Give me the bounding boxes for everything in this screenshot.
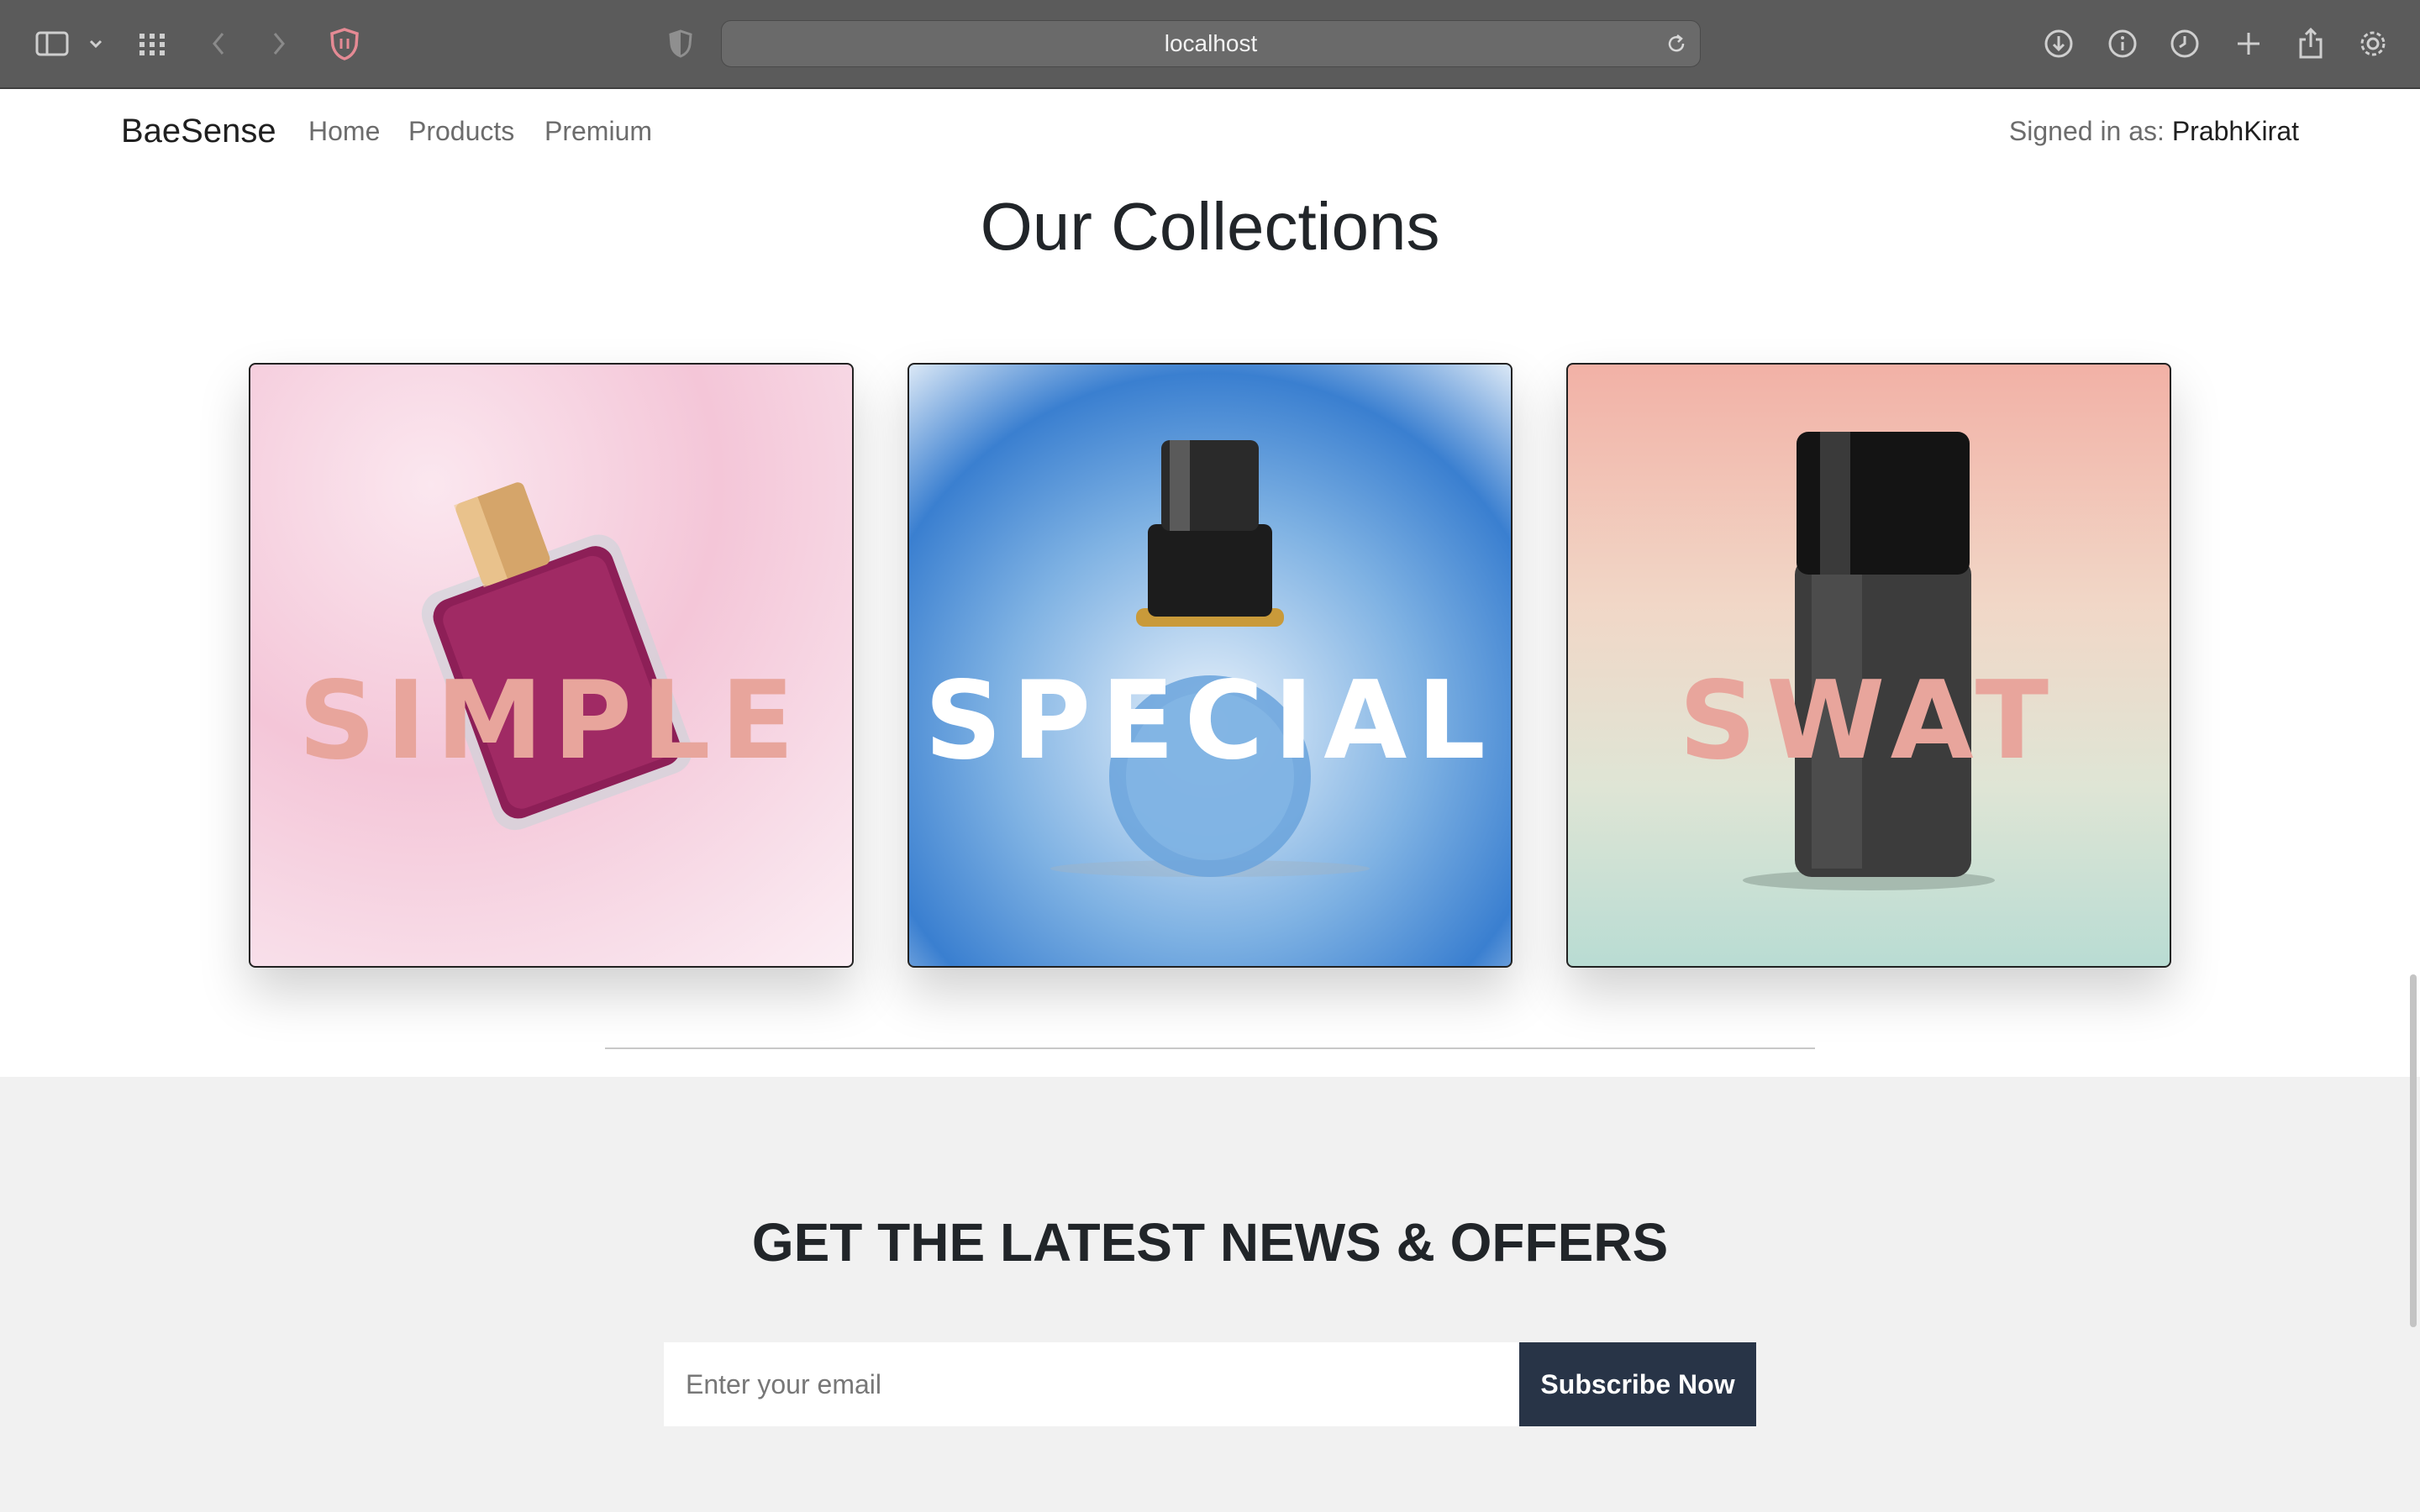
reader-shield-icon[interactable] xyxy=(664,22,697,66)
collection-label-simple: SIMPLE xyxy=(298,659,804,784)
site-navbar: BaeSense Home Products Premium Signed in… xyxy=(0,89,2420,181)
privacy-shield-icon[interactable] xyxy=(326,22,363,66)
newsletter-title: GET THE LATEST NEWS & OFFERS xyxy=(751,1212,1669,1273)
collection-label-swat: SWAT xyxy=(1678,659,2060,784)
nav-link-premium[interactable]: Premium xyxy=(544,116,652,147)
forward-icon[interactable] xyxy=(267,22,291,66)
section-divider xyxy=(605,1047,1815,1049)
share-icon[interactable] xyxy=(2292,22,2329,66)
tab-overview-icon[interactable] xyxy=(134,22,171,66)
brand-logo[interactable]: BaeSense xyxy=(121,113,276,150)
gear-icon[interactable] xyxy=(2354,22,2391,66)
nav-link-products[interactable]: Products xyxy=(408,116,514,147)
downloads-icon[interactable] xyxy=(2040,22,2077,66)
reload-icon[interactable] xyxy=(1665,32,1688,60)
collections-title: Our Collections xyxy=(980,189,1440,264)
url-text: localhost xyxy=(1164,30,1258,56)
collection-card-special[interactable]: SPECIAL xyxy=(908,363,1512,968)
history-clock-icon[interactable] xyxy=(2166,22,2203,66)
page-scrollbar[interactable] xyxy=(2410,974,2417,1327)
collection-card-simple[interactable]: SIMPLE xyxy=(249,363,854,968)
browser-toolbar: localhost xyxy=(0,0,2420,89)
info-icon[interactable] xyxy=(2104,22,2141,66)
sidebar-toggle-icon[interactable] xyxy=(32,22,72,66)
chevron-down-icon[interactable] xyxy=(84,22,108,66)
newsletter-section: GET THE LATEST NEWS & OFFERS Subscribe N… xyxy=(0,1077,2420,1512)
subscribe-button[interactable]: Subscribe Now xyxy=(1519,1342,1756,1426)
back-icon[interactable] xyxy=(207,22,230,66)
signed-in-status: Signed in as: PrabhKirat xyxy=(2009,116,2299,147)
collection-card-swat[interactable]: SWAT xyxy=(1566,363,2171,968)
signed-in-label: Signed in as: xyxy=(2008,116,2172,146)
address-bar[interactable]: localhost xyxy=(721,20,1701,67)
nav-link-home[interactable]: Home xyxy=(308,116,380,147)
new-tab-plus-icon[interactable] xyxy=(2230,22,2267,66)
signed-in-user[interactable]: PrabhKirat xyxy=(2172,116,2299,146)
email-input[interactable] xyxy=(664,1342,1519,1426)
collection-label-special: SPECIAL xyxy=(924,659,1496,784)
